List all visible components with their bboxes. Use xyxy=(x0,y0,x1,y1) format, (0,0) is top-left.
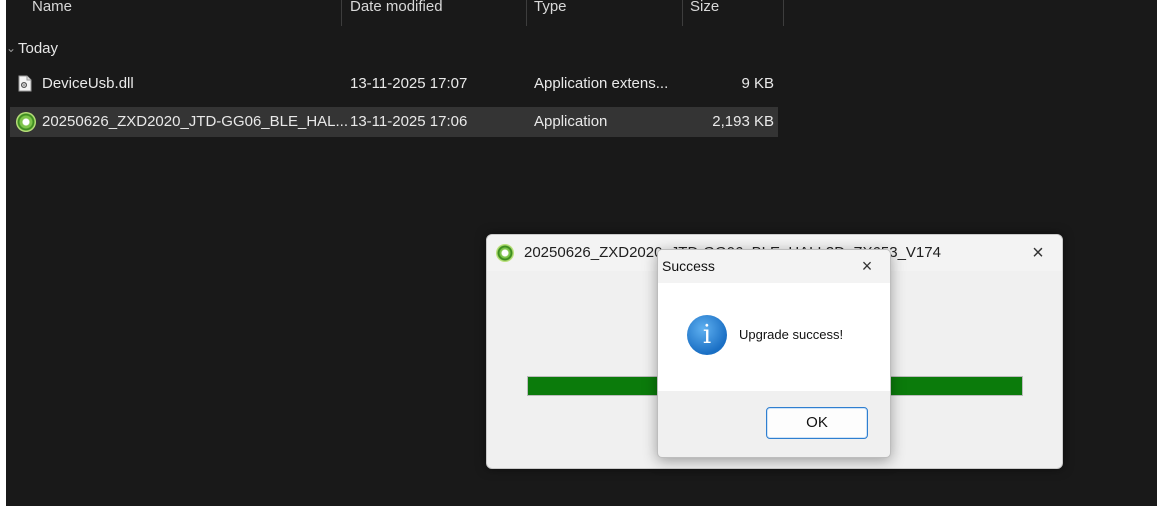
column-divider[interactable] xyxy=(526,0,527,26)
info-icon: i xyxy=(687,315,727,355)
column-headers: Name Date modified Type Size xyxy=(6,0,1157,26)
file-row-selected[interactable]: 20250626_ZXD2020_JTD-GG06_BLE_HAL... 13-… xyxy=(10,107,778,137)
file-type: Application xyxy=(534,113,608,130)
screen: Name Date modified Type Size ⌄ Today Devi… xyxy=(6,0,1157,506)
file-row[interactable]: DeviceUsb.dll 13-11-2025 17:07 Applicati… xyxy=(10,69,778,99)
app-icon xyxy=(496,244,514,262)
group-label: Today xyxy=(18,40,59,57)
file-type: Application extens... xyxy=(534,75,669,92)
column-header-name[interactable]: Name xyxy=(32,0,72,20)
column-header-size[interactable]: Size xyxy=(690,0,719,20)
ok-button[interactable]: OK xyxy=(766,407,868,439)
dialog-body: i Upgrade success! xyxy=(658,283,890,391)
file-size: 9 KB xyxy=(741,75,774,92)
dll-file-icon xyxy=(18,75,32,92)
dialog-titlebar[interactable]: Success × xyxy=(658,250,890,283)
file-name: DeviceUsb.dll xyxy=(42,75,134,92)
close-icon[interactable]: × xyxy=(854,253,880,279)
file-date: 13-11-2025 17:06 xyxy=(350,113,468,130)
file-date: 13-11-2025 17:07 xyxy=(350,75,468,92)
file-size: 2,193 KB xyxy=(712,113,774,130)
file-name: 20250626_ZXD2020_JTD-GG06_BLE_HAL... xyxy=(42,113,349,130)
column-divider[interactable] xyxy=(682,0,683,26)
dialog-title: Success xyxy=(662,258,715,274)
close-icon[interactable]: × xyxy=(1024,239,1052,267)
column-divider[interactable] xyxy=(783,0,784,26)
app-icon xyxy=(16,112,36,132)
group-header-today[interactable]: ⌄ Today xyxy=(6,38,58,60)
success-dialog[interactable]: Success × i Upgrade success! OK xyxy=(657,249,891,458)
column-header-date[interactable]: Date modified xyxy=(350,0,443,20)
column-header-type[interactable]: Type xyxy=(534,0,567,20)
dialog-message: Upgrade success! xyxy=(739,327,844,342)
column-divider[interactable] xyxy=(341,0,342,26)
chevron-down-icon[interactable]: ⌄ xyxy=(6,37,18,59)
